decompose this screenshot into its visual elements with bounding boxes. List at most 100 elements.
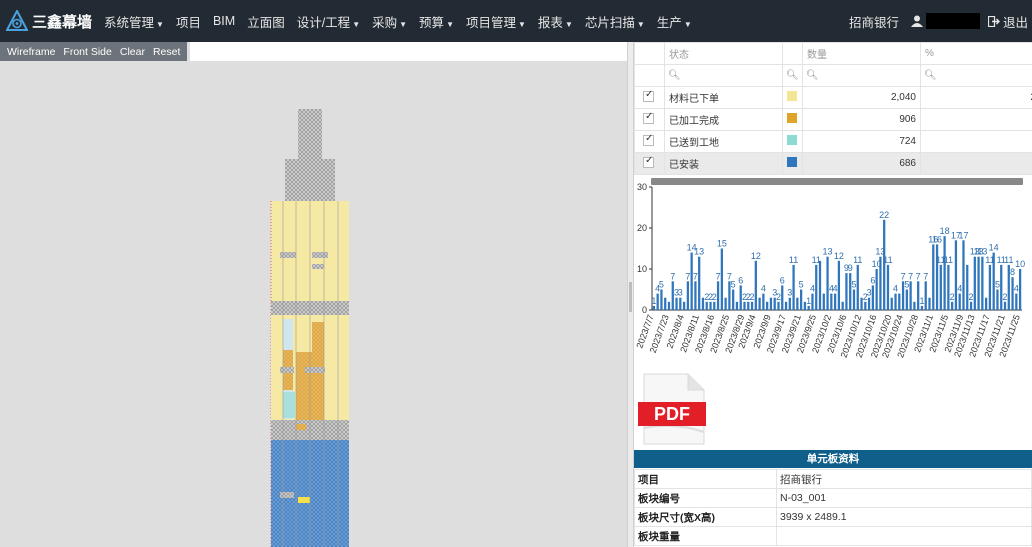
bar-value-label: 10: [872, 259, 882, 269]
nav-item-7[interactable]: 项目管理 ▼: [466, 12, 526, 31]
status-count: 906: [802, 108, 921, 131]
row-checkbox[interactable]: [643, 133, 654, 146]
bar: [837, 260, 841, 310]
bar-value-label: 4: [893, 284, 898, 294]
row-checkbox[interactable]: [643, 89, 654, 102]
bar-value-label: 3: [867, 288, 872, 298]
bar: [796, 297, 799, 310]
bar-value-label: 11: [812, 255, 821, 265]
bar: [856, 264, 859, 310]
count-column-header[interactable]: 数量: [802, 42, 921, 65]
bar: [894, 293, 897, 310]
status-label: 材料已下单: [664, 86, 783, 109]
bar: [969, 301, 973, 310]
nav-item-9[interactable]: 芯片扫描 ▼: [585, 12, 645, 31]
bar: [932, 244, 935, 310]
caret-down-icon: ▼: [636, 19, 645, 29]
bar: [686, 281, 689, 310]
user-name-redacted[interactable]: [925, 13, 980, 29]
nav-item-5[interactable]: 采购 ▼: [372, 12, 407, 31]
status-percent: 8.5: [920, 152, 1032, 175]
caret-down-icon: ▼: [564, 19, 573, 29]
caret-down-icon: ▼: [683, 19, 692, 29]
bar: [762, 293, 765, 310]
bar: [724, 297, 727, 310]
search-icon: 🔍︎: [806, 70, 819, 81]
nav-item-label: 预算: [419, 15, 445, 30]
brand[interactable]: 三鑫幕墙: [0, 10, 104, 32]
bar: [720, 248, 723, 310]
nav-item-4[interactable]: 设计/工程 ▼: [297, 12, 360, 31]
row-checkbox[interactable]: [643, 111, 654, 124]
info-value: N-03_001: [776, 488, 1032, 508]
status-row[interactable]: 已送到工地 7249.0: [634, 130, 1032, 153]
percent-column-header[interactable]: %: [920, 42, 1032, 65]
color-filter-input[interactable]: 🔍︎: [782, 64, 803, 87]
bar: [698, 256, 701, 310]
bar: [954, 240, 958, 310]
right-panel: 状态 数量 % 🔍︎ 🔍︎ 🔍︎ 🔍︎ 材料已下单 2,04025.3 已加工完成 9…: [634, 42, 1032, 547]
status-row[interactable]: 材料已下单 2,04025.3: [634, 86, 1032, 109]
status-column-header[interactable]: 状态: [664, 42, 783, 65]
bar-value-label: 15: [717, 239, 727, 249]
bar: [784, 301, 788, 310]
bar-value-label: 14: [989, 243, 999, 253]
search-icon: 🔍︎: [786, 70, 799, 81]
bim-viewer[interactable]: Wireframe Front Side Clear Reset: [0, 42, 627, 547]
bar: [1003, 301, 1007, 310]
logout-button[interactable]: 退出: [987, 12, 1028, 31]
bar: [664, 297, 667, 310]
panel-splitter[interactable]: [627, 42, 634, 547]
status-row[interactable]: 已安装 6868.5: [634, 152, 1032, 175]
bar: [943, 236, 946, 310]
bar-value-label: 10: [1015, 259, 1025, 269]
status-row[interactable]: 已加工完成 90611.2: [634, 108, 1032, 131]
percent-filter-input[interactable]: 🔍︎: [920, 64, 1032, 87]
caret-down-icon: ▼: [352, 19, 361, 29]
info-key: 板块重量: [634, 526, 777, 546]
bar-value-label: 4: [833, 284, 838, 294]
bar-value-label: 18: [940, 226, 950, 236]
count-filter-input[interactable]: 🔍︎: [802, 64, 921, 87]
pdf-label: PDF: [654, 404, 690, 424]
bar: [705, 301, 708, 310]
bar: [958, 293, 961, 310]
bar-value-label: 2: [1003, 292, 1008, 302]
logout-icon: [987, 15, 1000, 27]
bar: [660, 289, 663, 310]
bar: [841, 301, 844, 310]
user-icon: [910, 15, 923, 27]
nav-item-8[interactable]: 报表 ▼: [538, 12, 573, 31]
bar: [652, 305, 656, 310]
nav-item-3[interactable]: 立面图: [247, 12, 285, 31]
panel-info-table: 项目 招商银行 板块编号 N-03_001 板块尺寸(宽X高) 3939 x 2489.1…: [634, 469, 1032, 546]
pdf-file-icon[interactable]: PDF: [638, 372, 708, 446]
status-label: 已送到工地: [664, 130, 783, 153]
nav-item-1[interactable]: 项目: [176, 12, 201, 31]
bar-value-label: 4: [957, 284, 962, 294]
company-name[interactable]: 招商银行: [849, 12, 899, 31]
nav-item-10[interactable]: 生产 ▼: [657, 12, 692, 31]
bar-value-label: 22: [879, 210, 889, 220]
row-checkbox[interactable]: [643, 155, 654, 168]
main-menu: 系统管理 ▼ 项目 BIM 立面图 设计/工程 ▼ 采购 ▼ 预算 ▼ 项目管理 ▼ 报表 ▼ 芯片扫描 ▼ 生产…: [104, 12, 704, 31]
nav-item-6[interactable]: 预算 ▼: [419, 12, 454, 31]
nav-item-2[interactable]: BIM: [213, 14, 235, 28]
bar-value-label: 2: [950, 292, 955, 302]
bar: [977, 256, 980, 310]
nav-item-0[interactable]: 系统管理 ▼: [104, 12, 164, 31]
nav-item-label: 项目: [175, 15, 201, 30]
filter-row: 🔍︎ 🔍︎ 🔍︎ 🔍︎: [634, 64, 1032, 87]
bar-value-label: 4: [761, 284, 766, 294]
bar: [792, 264, 795, 310]
bar: [754, 260, 757, 310]
bar-value-label: 5: [995, 280, 1000, 290]
building-model[interactable]: [0, 42, 627, 547]
bar: [732, 289, 735, 310]
bar-value-label: 7: [916, 271, 921, 281]
bar: [951, 301, 954, 310]
bar: [679, 297, 682, 310]
status-count: 724: [802, 130, 921, 153]
bar: [939, 264, 942, 310]
status-filter-input[interactable]: 🔍︎: [664, 64, 783, 87]
